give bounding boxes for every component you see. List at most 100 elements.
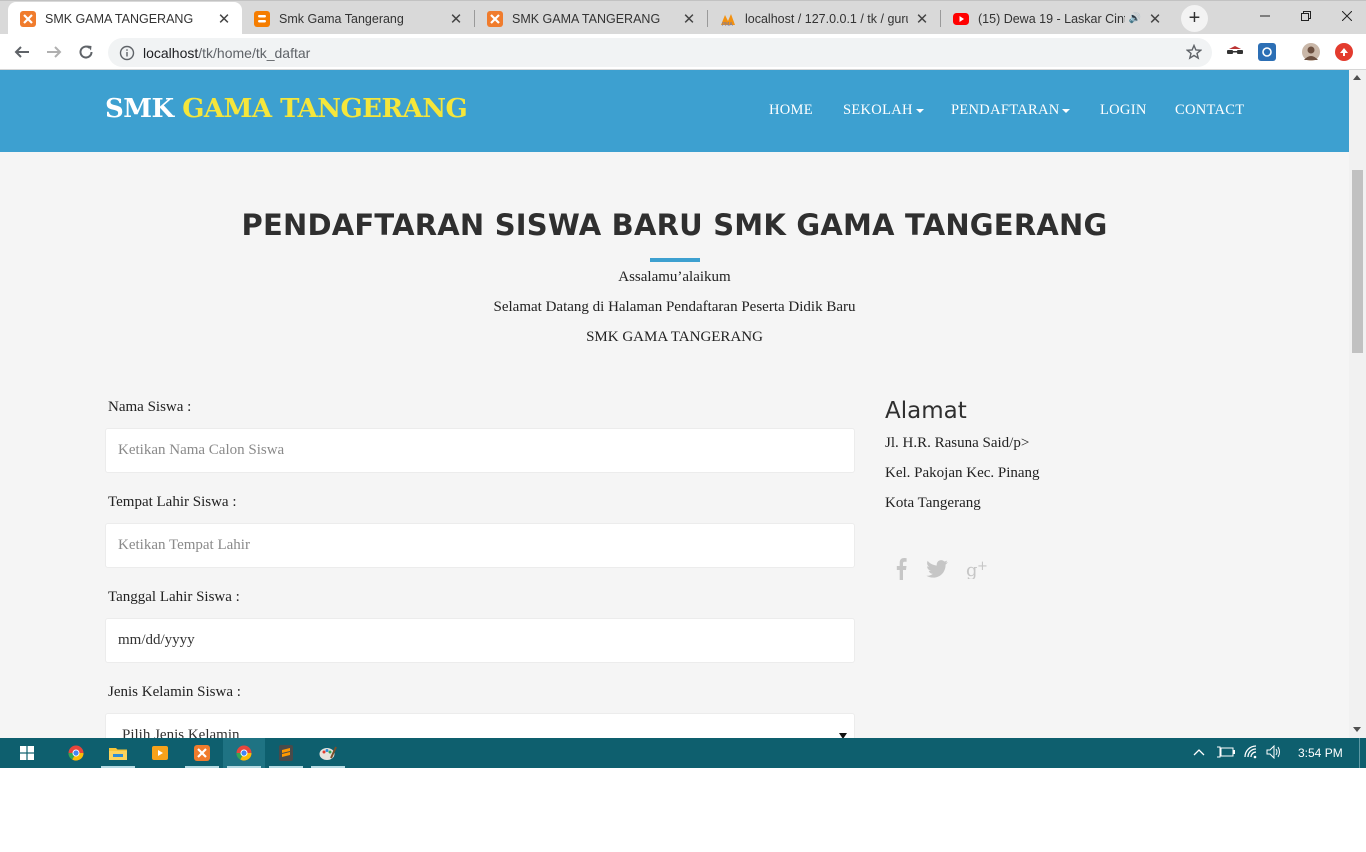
caret-down-icon <box>1062 108 1071 113</box>
greeting-text: Assalamu’alaikum <box>618 269 731 285</box>
nama-label: Nama Siswa : <box>108 399 192 415</box>
twitter-icon[interactable] <box>923 557 951 581</box>
tab-title: SMK GAMA TANGERANG <box>512 11 661 26</box>
tempat-lahir-label: Tempat Lahir Siswa : <box>108 494 237 510</box>
scroll-up-arrow-icon[interactable] <box>1353 75 1361 80</box>
chrome-icon[interactable] <box>55 738 97 768</box>
blank-area <box>0 768 1366 852</box>
school-name-text: SMK GAMA TANGERANG <box>586 329 763 345</box>
xampp-icon[interactable] <box>181 738 223 768</box>
nav-pendaftaran-label: PENDAFTARAN <box>951 102 1060 118</box>
alamat-line-2: Kel. Pakojan Kec. Pinang <box>885 465 1040 481</box>
nav-pendaftaran[interactable]: PENDAFTARAN <box>951 102 1071 119</box>
wifi-icon[interactable] <box>1244 745 1260 762</box>
file-explorer-icon[interactable] <box>97 738 139 768</box>
back-button[interactable] <box>10 40 34 64</box>
tanggal-lahir-input[interactable]: mm/dd/yyyy <box>105 618 855 663</box>
close-icon[interactable]: ✕ <box>448 10 464 28</box>
tab-smk-gama-1[interactable]: SMK GAMA TANGERANG ✕ <box>8 2 242 35</box>
sublime-text-icon[interactable] <box>265 738 307 768</box>
xampp-icon <box>487 10 503 27</box>
reload-button[interactable] <box>74 40 98 64</box>
update-icon[interactable] <box>1335 43 1353 61</box>
taskbar-clock[interactable]: 3:54 PM <box>1298 746 1343 760</box>
close-icon[interactable]: ✕ <box>1147 10 1163 28</box>
forward-button[interactable] <box>42 40 66 64</box>
jenis-kelamin-label: Jenis Kelamin Siswa : <box>108 684 241 700</box>
nav-sekolah-label: SEKOLAH <box>843 102 913 118</box>
paint-icon[interactable] <box>307 738 349 768</box>
site-brand[interactable]: SMK GAMA TANGERANG <box>105 94 468 124</box>
windows-start-icon[interactable] <box>6 738 48 768</box>
alamat-title: Alamat <box>885 398 967 424</box>
new-tab-button[interactable]: + <box>1181 5 1208 32</box>
google-plus-icon[interactable]: g + <box>964 557 992 581</box>
svg-text:g: g <box>966 560 978 579</box>
url-host: localhost <box>143 44 199 61</box>
brand-main: SMK <box>105 94 174 124</box>
xampp-icon <box>20 10 36 27</box>
tab-title: Smk Gama Tangerang <box>279 11 404 26</box>
brand-accent: GAMA TANGERANG <box>182 94 468 124</box>
alamat-line-3: Kota Tangerang <box>885 495 981 511</box>
select-value: Pilih Jenis Kelamin <box>122 727 240 738</box>
nama-siswa-input[interactable] <box>105 428 855 473</box>
nav-login[interactable]: LOGIN <box>1100 102 1147 119</box>
windows-taskbar: 3:54 PM <box>0 738 1366 768</box>
volume-icon[interactable] <box>1266 744 1282 762</box>
tanggal-lahir-label: Tanggal Lahir Siswa : <box>108 589 240 605</box>
tab-smk-gama-2[interactable]: SMK GAMA TANGERANG ✕ <box>475 2 707 35</box>
tab-title: localhost / 127.0.0.1 / tk / guru | <box>745 11 908 26</box>
battery-icon[interactable] <box>1217 745 1235 762</box>
svg-text:+: + <box>977 559 988 574</box>
reload-icon <box>79 45 93 59</box>
scroll-down-arrow-icon[interactable] <box>1353 727 1361 732</box>
nav-sekolah[interactable]: SEKOLAH <box>843 102 924 119</box>
profile-avatar[interactable] <box>1302 43 1320 61</box>
url-text: localhost/tk/home/tk_daftar <box>143 45 310 61</box>
phpmyadmin-icon: PMA <box>720 11 736 27</box>
jenis-kelamin-select[interactable]: Pilih Jenis Kelamin <box>105 713 855 738</box>
restore-button[interactable] <box>1283 1 1329 31</box>
caret-down-icon <box>915 108 924 113</box>
nav-home[interactable]: HOME <box>769 102 813 119</box>
info-icon[interactable] <box>119 45 135 61</box>
title-divider <box>650 258 700 262</box>
tab-smk-gama-blog[interactable]: Smk Gama Tangerang ✕ <box>242 2 474 35</box>
address-bar[interactable]: localhost/tk/home/tk_daftar <box>108 38 1212 67</box>
welcome-text: Selamat Datang di Halaman Pendaftaran Pe… <box>493 299 856 315</box>
arrow-right-icon <box>47 46 62 58</box>
close-window-button[interactable] <box>1324 1 1366 31</box>
youtube-icon <box>953 11 969 27</box>
page-scrollbar[interactable] <box>1349 70 1366 738</box>
media-player-icon[interactable] <box>139 738 181 768</box>
site-navbar: SMK GAMA TANGERANG HOME SEKOLAH PENDAFTA… <box>0 70 1349 152</box>
alamat-line-1: Jl. H.R. Rasuna Said/p> <box>885 435 1030 451</box>
facebook-icon[interactable] <box>887 557 915 581</box>
bookmark-star-icon[interactable] <box>1185 43 1203 65</box>
page-viewport: SMK GAMA TANGERANG HOME SEKOLAH PENDAFTA… <box>0 70 1349 738</box>
browser-tab-strip: SMK GAMA TANGERANG ✕ Smk Gama Tangerang … <box>0 0 1366 35</box>
url-path: /tk/home/tk_daftar <box>198 44 311 61</box>
chrome-icon[interactable] <box>223 738 265 768</box>
close-icon[interactable]: ✕ <box>914 10 930 28</box>
tempat-lahir-input[interactable] <box>105 523 855 568</box>
close-icon[interactable]: ✕ <box>681 10 697 28</box>
speaker-icon[interactable]: 🔊 <box>1129 13 1141 24</box>
chevron-up-icon[interactable] <box>1193 745 1205 759</box>
tab-title: (15) Dewa 19 - Laskar Cinta <box>978 11 1125 26</box>
tab-title: SMK GAMA TANGERANG <box>45 11 194 26</box>
tab-phpmyadmin[interactable]: PMA localhost / 127.0.0.1 / tk / guru | … <box>708 2 940 35</box>
arrow-left-icon <box>14 46 29 58</box>
browser-toolbar: localhost/tk/home/tk_daftar <box>0 34 1366 70</box>
date-value: mm/dd/yyyy <box>118 632 195 648</box>
extension-icon[interactable] <box>1258 43 1276 61</box>
blogger-icon <box>254 10 270 27</box>
nav-contact[interactable]: CONTACT <box>1175 102 1244 119</box>
close-icon[interactable]: ✕ <box>216 10 232 28</box>
show-desktop-button[interactable] <box>1359 738 1360 768</box>
scrollbar-thumb[interactable] <box>1352 170 1363 353</box>
incognito-extension-icon[interactable] <box>1226 43 1244 61</box>
minimize-button[interactable] <box>1242 1 1288 31</box>
tab-youtube[interactable]: (15) Dewa 19 - Laskar Cinta 🔊 ✕ <box>941 2 1173 35</box>
